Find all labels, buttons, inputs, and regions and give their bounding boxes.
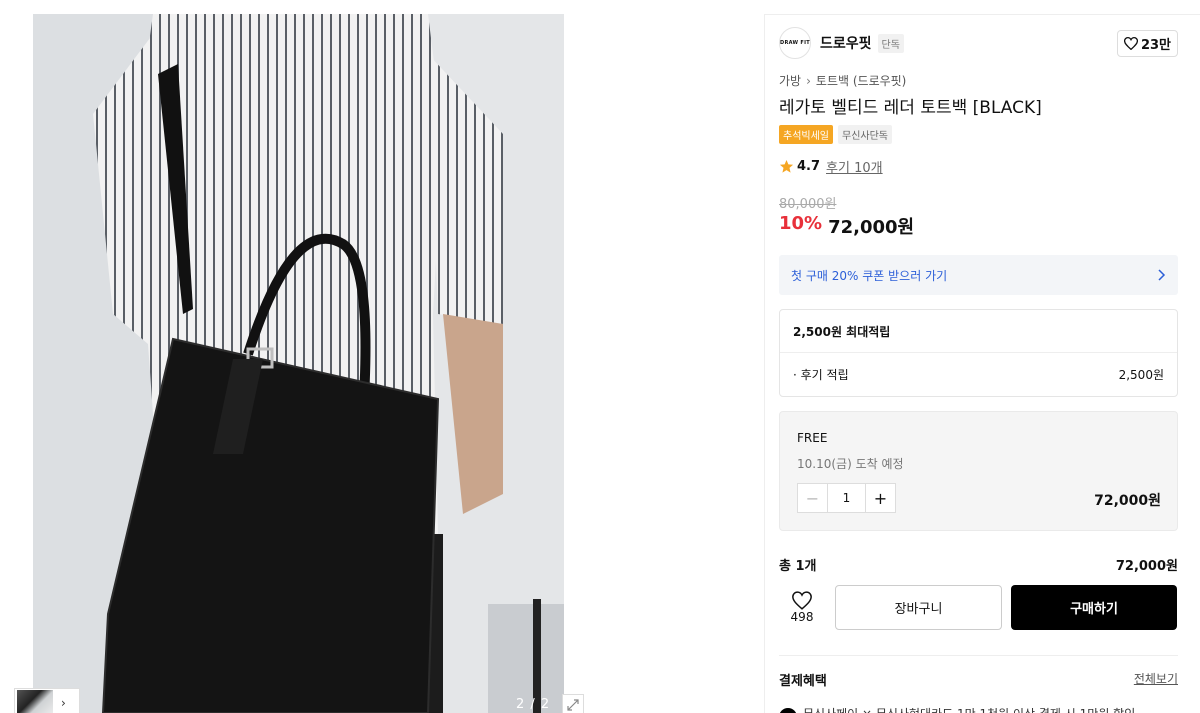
card-icon	[779, 708, 797, 713]
thumbnail-image[interactable]	[17, 690, 53, 713]
brand-exclusive-badge: 단독	[877, 33, 904, 53]
brand-like-button[interactable]: 23만	[1116, 29, 1178, 57]
coupon-text: 첫 구매 20% 쿠폰 받으러 가기	[791, 268, 948, 283]
rating-row: 4.7 후기 10개	[779, 157, 1178, 176]
payment-benefits-header: 결제혜택 전체보기	[779, 670, 1178, 689]
points-review-row: · 후기 적립 2,500원	[793, 366, 1164, 383]
product-page: › 2 / 2 DRAW FIT 드로우핏 단독 23만 가방 › 토트백 (드…	[0, 0, 1200, 713]
points-review-value: 2,500원	[1118, 368, 1164, 382]
total-row: 총 1개 72,000원	[779, 555, 1178, 574]
points-review-label: · 후기 적립	[793, 368, 849, 382]
original-price: 80,000원	[779, 197, 837, 212]
points-divider	[780, 352, 1177, 353]
expand-icon	[567, 699, 579, 711]
payment-benefit-item[interactable]: 무신사페이 × 무신사현대카드 1만 1천원 이상 결제 시 1만원 할인	[779, 700, 1178, 713]
discount-rate: 10%	[779, 213, 823, 234]
wishlist-button[interactable]: 498	[779, 591, 825, 624]
breadcrumb: 가방 › 토트백 (드로우핏)	[779, 72, 1178, 89]
thumbnail-strip[interactable]: ›	[14, 688, 80, 713]
chevron-right-icon: ›	[806, 73, 811, 88]
buy-now-button[interactable]: 구매하기	[1011, 585, 1177, 630]
total-value: 72,000원	[1115, 559, 1178, 574]
wishlist-count: 498	[790, 610, 814, 624]
product-photo-illustration	[33, 14, 564, 713]
product-gallery: › 2 / 2	[0, 0, 600, 713]
image-counter: 2 / 2	[516, 697, 551, 712]
brand-logo[interactable]: DRAW FIT	[779, 27, 811, 59]
quantity-stepper: − 1 +	[797, 483, 896, 513]
product-info-panel: DRAW FIT 드로우핏 단독 23만 가방 › 토트백 (드로우핏) 레가토…	[764, 14, 1200, 713]
brand-row: DRAW FIT 드로우핏 단독 23만	[779, 27, 1178, 59]
heart-icon	[792, 591, 812, 610]
product-photo[interactable]	[33, 14, 564, 713]
points-box: 2,500원 최대적립 · 후기 적립 2,500원	[779, 309, 1178, 397]
first-purchase-coupon-banner[interactable]: 첫 구매 20% 쿠폰 받으러 가기	[779, 255, 1178, 295]
review-count-link[interactable]: 후기 10개	[826, 157, 883, 176]
section-divider	[779, 655, 1178, 656]
see-all-benefits-link[interactable]: 전체보기	[1134, 670, 1178, 689]
points-header: 2,500원 최대적립	[793, 325, 891, 339]
star-icon	[779, 159, 794, 173]
option-price: 72,000원	[1094, 493, 1161, 509]
quantity-value[interactable]: 1	[827, 484, 866, 512]
brand-logo-text: DRAW FIT	[780, 40, 810, 46]
brand-name[interactable]: 드로우핏	[820, 33, 872, 53]
option-name: FREE	[797, 431, 828, 445]
brand-like-count: 23만	[1140, 37, 1171, 53]
rating-score: 4.7	[797, 159, 821, 174]
breadcrumb-subcategory[interactable]: 토트백 (드로우핏)	[816, 72, 906, 89]
product-tags: 추석빅세일 무신사단독	[779, 125, 1178, 144]
payment-benefits-title: 결제혜택	[779, 674, 827, 689]
decrease-quantity-button[interactable]: −	[798, 484, 827, 512]
selected-option-box: FREE 10.10(금) 도착 예정 − 1 + 72,000원	[779, 411, 1178, 531]
breadcrumb-category[interactable]: 가방	[779, 72, 801, 89]
price-row: 10% 72,000원	[779, 213, 1178, 239]
sale-price: 72,000원	[828, 217, 915, 238]
exclusive-tag: 무신사단독	[838, 125, 892, 144]
product-title: 레가토 벨티드 레더 토트백 [BLACK]	[779, 98, 1042, 118]
expand-button[interactable]	[562, 694, 584, 713]
purchase-actions: 498 장바구니 구매하기	[779, 585, 1178, 630]
heart-icon	[1123, 36, 1138, 50]
add-to-cart-button[interactable]: 장바구니	[835, 585, 1002, 630]
total-label: 총 1개	[779, 559, 817, 574]
arrival-date: 10.10(금) 도착 예정	[797, 457, 904, 471]
chevron-right-icon	[1158, 269, 1166, 281]
chevron-right-icon[interactable]: ›	[61, 696, 66, 710]
sale-tag: 추석빅세일	[779, 125, 833, 144]
payment-benefit-text: 무신사페이 × 무신사현대카드 1만 1천원 이상 결제 시 1만원 할인	[803, 705, 1135, 713]
increase-quantity-button[interactable]: +	[866, 484, 895, 512]
